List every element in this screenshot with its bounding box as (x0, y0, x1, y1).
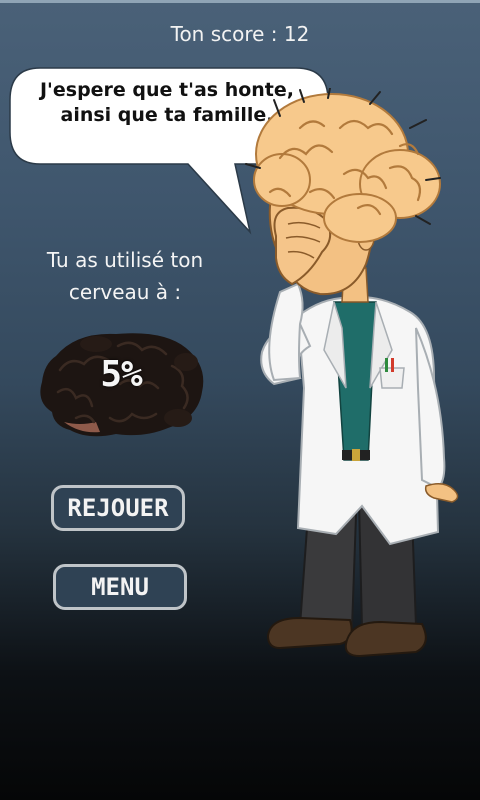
brain-usage-label: Tu as utilisé ton cerveau à : (30, 244, 220, 308)
menu-button[interactable]: MENU (53, 564, 187, 610)
replay-button[interactable]: REJOUER (51, 485, 185, 531)
scientist-character (245, 88, 459, 658)
brain-usage-line-1: Tu as utilisé ton (46, 248, 204, 272)
brain-usage-line-2: cerveau à : (68, 280, 182, 304)
brain-usage-percent: 5% (100, 354, 142, 395)
game-over-screen: Ton score : 12 J'espere que t'as honte, … (0, 0, 480, 800)
